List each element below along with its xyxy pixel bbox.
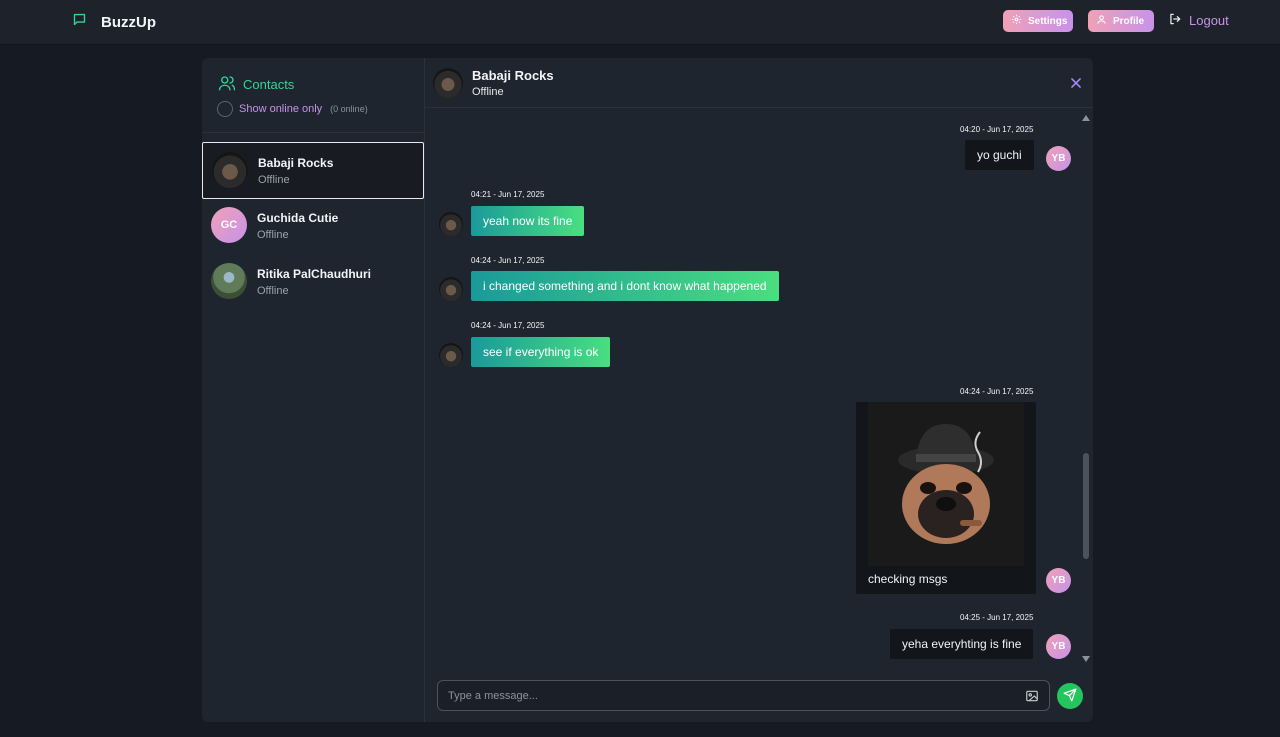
brand[interactable]: BuzzUp: [72, 12, 156, 32]
users-icon: [218, 74, 236, 95]
avatar: [211, 263, 247, 299]
avatar: [433, 68, 463, 98]
online-count: (0 online): [330, 104, 368, 114]
message-timestamp: 04:24 - Jun 17, 2025: [960, 387, 1034, 396]
avatar: [212, 152, 248, 188]
send-icon: [1063, 688, 1077, 705]
message-bubble: see if everything is ok: [471, 337, 611, 367]
message-bubble: yeah now its fine: [471, 206, 585, 236]
scrollbar-thumb[interactable]: [1083, 453, 1089, 559]
chat-panel: Babaji Rocks Offline 04:20 - Jun 17, 202…: [425, 58, 1093, 722]
chat-contact-status: Offline: [472, 86, 504, 98]
chat-contact-name: Babaji Rocks: [472, 68, 554, 83]
contact-status: Offline: [257, 285, 289, 297]
gear-icon: [1011, 14, 1022, 28]
scroll-down-arrow[interactable]: [1082, 656, 1090, 662]
message-timestamp: 04:20 - Jun 17, 2025: [960, 125, 1034, 134]
send-button[interactable]: [1057, 683, 1083, 709]
settings-label: Settings: [1028, 15, 1068, 27]
contacts-heading: Contacts: [218, 74, 294, 95]
app-name: BuzzUp: [101, 13, 156, 31]
close-icon[interactable]: [1069, 76, 1083, 90]
chat-header: Babaji Rocks Offline: [425, 58, 1093, 108]
contact-status: Offline: [257, 229, 289, 241]
online-only-checkbox[interactable]: [217, 101, 233, 117]
sidebar-header: Contacts Show online only (0 online): [202, 58, 425, 133]
avatar: GC: [211, 207, 247, 243]
profile-button[interactable]: Profile: [1088, 10, 1154, 32]
settings-button[interactable]: Settings: [1003, 10, 1073, 32]
message-timestamp: 04:21 - Jun 17, 2025: [471, 190, 545, 199]
avatar: [439, 343, 463, 367]
image-message-bubble: checking msgs: [856, 402, 1036, 594]
logout-label: Logout: [1189, 13, 1229, 28]
message-bubble: yeha everyhting is fine: [890, 629, 1034, 659]
pug-gangster-image[interactable]: [868, 402, 1024, 566]
contact-name: Guchida Cutie: [257, 211, 339, 225]
avatar: YB: [1046, 634, 1071, 659]
message-timestamp: 04:24 - Jun 17, 2025: [471, 256, 545, 265]
user-icon: [1096, 14, 1107, 28]
contacts-title: Contacts: [243, 77, 295, 92]
message-caption: checking msgs: [868, 572, 948, 586]
message-bubble: i changed something and i dont know what…: [471, 271, 779, 301]
contact-item[interactable]: GC Guchida Cutie Offline: [202, 198, 424, 255]
avatar: [439, 212, 463, 236]
logout-button[interactable]: Logout: [1168, 12, 1229, 29]
contacts-sidebar: Contacts Show online only (0 online) Bab…: [202, 58, 425, 722]
online-only-label: Show online only: [239, 103, 323, 115]
avatar: [439, 277, 463, 301]
message-bubble: yo guchi: [965, 140, 1034, 170]
message-timestamp: 04:25 - Jun 17, 2025: [960, 613, 1034, 622]
chat-bubble-icon: [72, 12, 87, 32]
contact-item[interactable]: Ritika PalChaudhuri Offline: [202, 254, 424, 311]
contact-name: Babaji Rocks: [258, 156, 334, 170]
message-timestamp: 04:24 - Jun 17, 2025: [471, 321, 545, 330]
contact-status: Offline: [258, 174, 290, 186]
avatar: YB: [1046, 568, 1071, 593]
top-navbar: BuzzUp Settings Profile Logout: [0, 0, 1280, 45]
profile-label: Profile: [1113, 15, 1145, 27]
online-only-toggle[interactable]: Show online only (0 online): [217, 101, 368, 117]
logout-icon: [1168, 12, 1182, 29]
contact-name: Ritika PalChaudhuri: [257, 267, 372, 281]
chat-container: Contacts Show online only (0 online) Bab…: [202, 58, 1093, 722]
message-composer: [437, 680, 1050, 711]
image-upload-icon[interactable]: [1025, 689, 1039, 703]
avatar: YB: [1046, 146, 1071, 171]
scroll-up-arrow[interactable]: [1082, 115, 1090, 121]
message-input[interactable]: [438, 681, 1008, 710]
contact-item[interactable]: Babaji Rocks Offline: [202, 142, 424, 199]
message-list[interactable]: 04:20 - Jun 17, 2025 yo guchi YB 04:21 -…: [425, 108, 1093, 668]
